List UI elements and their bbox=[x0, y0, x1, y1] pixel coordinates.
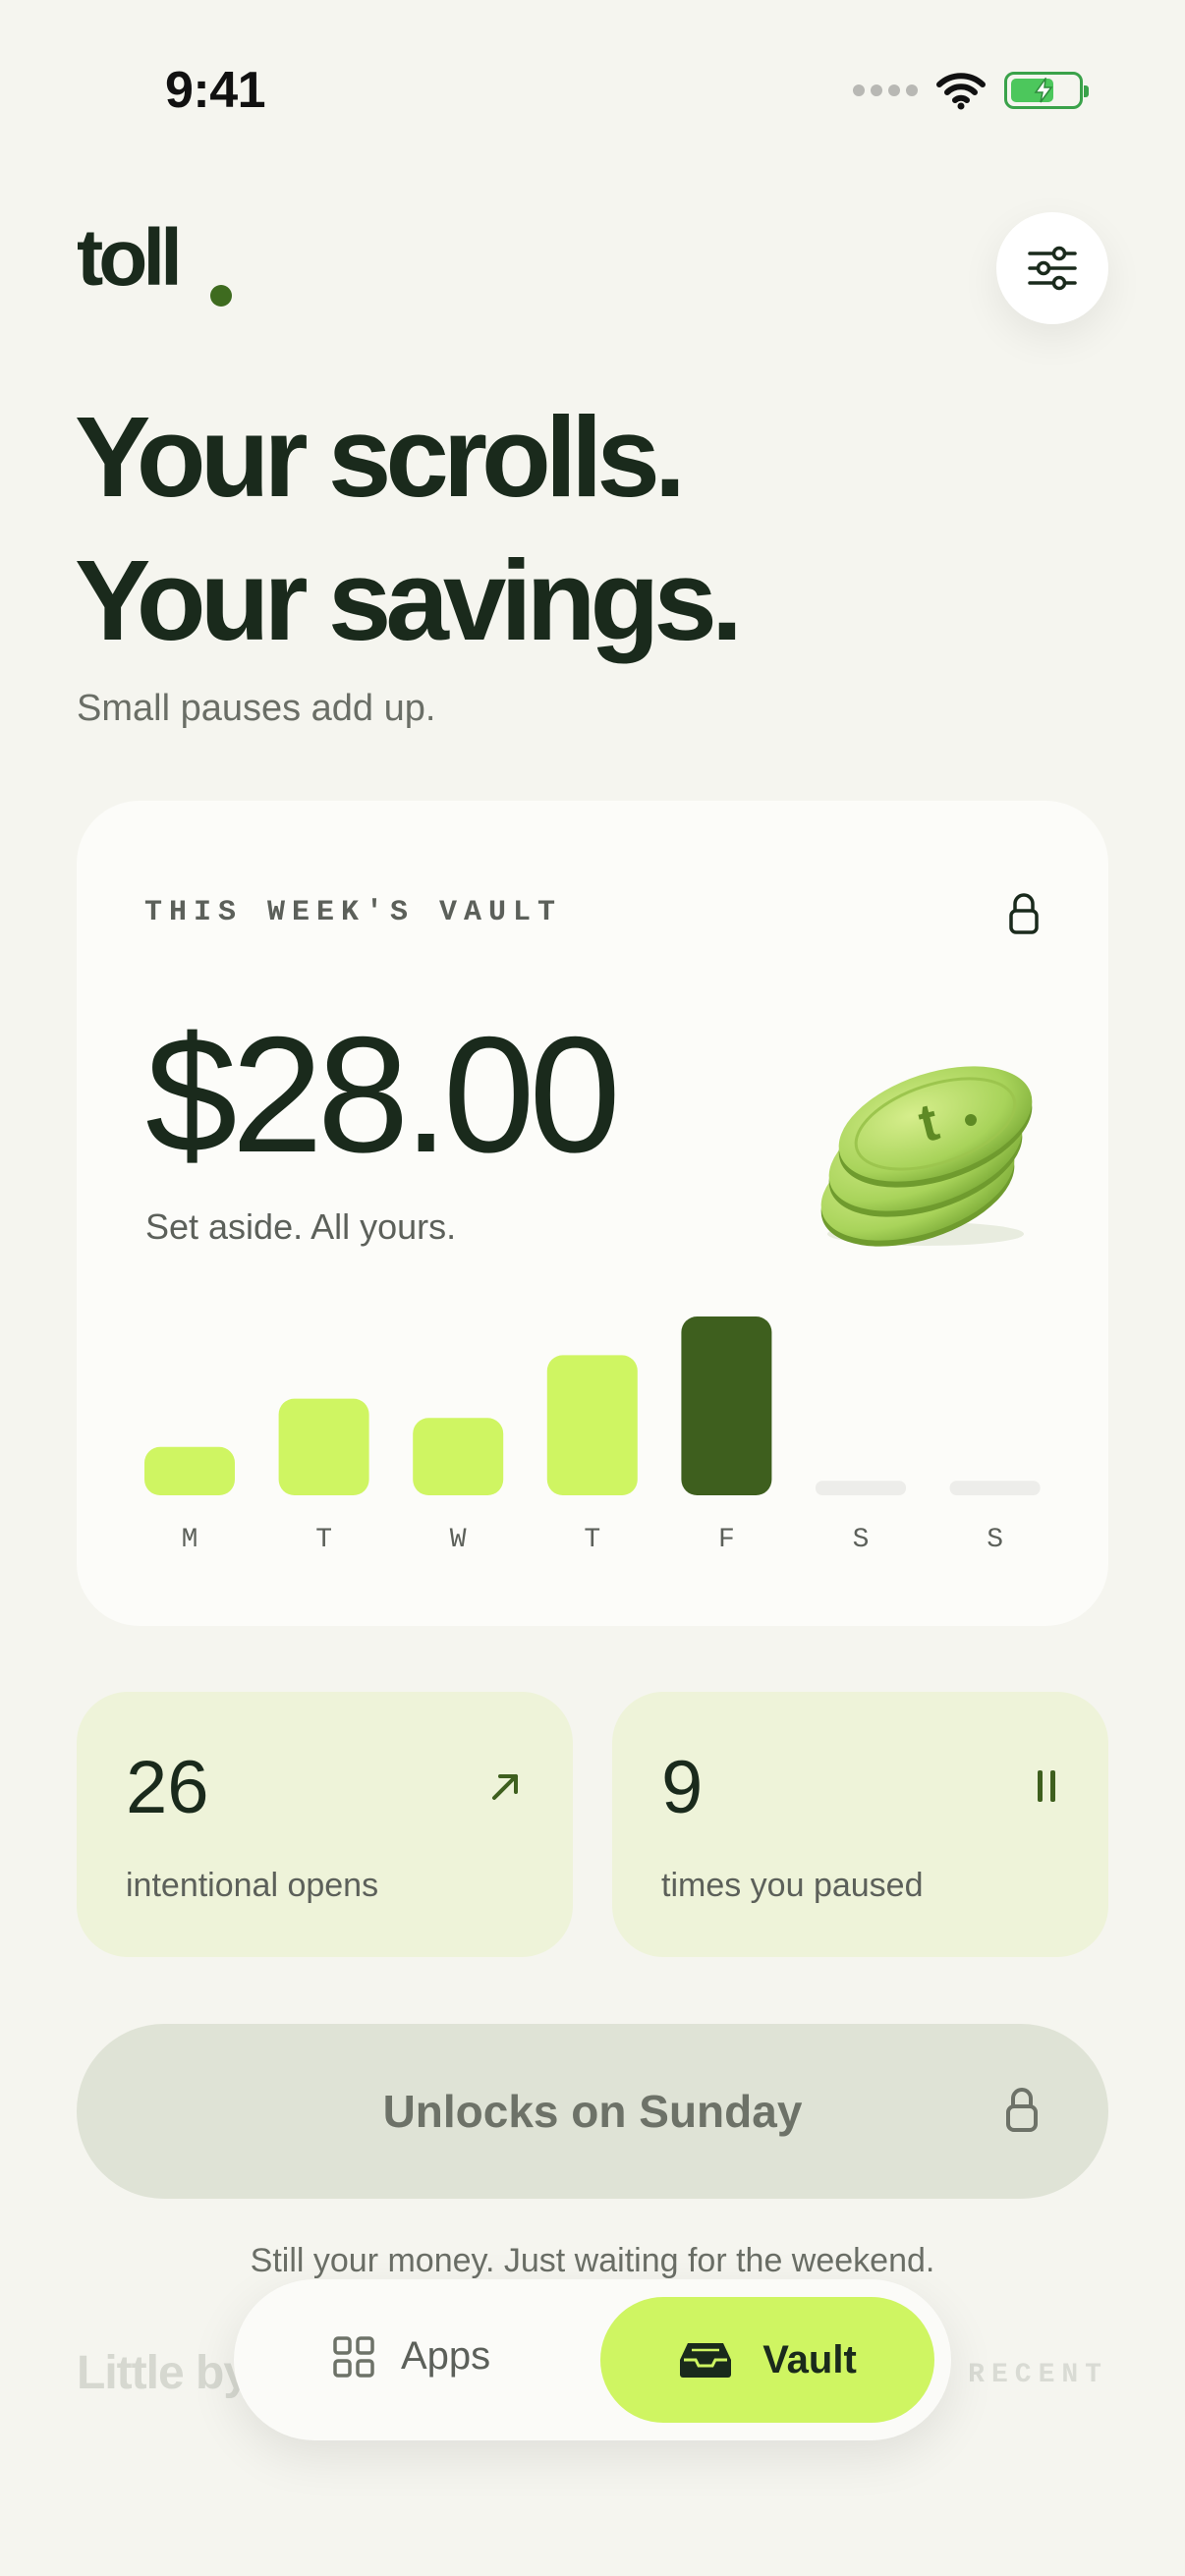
logo-dot bbox=[210, 285, 232, 307]
charging-bolt-icon bbox=[1034, 78, 1053, 103]
bar-2 bbox=[413, 1418, 504, 1495]
tab-apps[interactable]: Apps bbox=[332, 2334, 490, 2379]
bar-0 bbox=[144, 1446, 235, 1495]
stat-label: intentional opens bbox=[126, 1867, 379, 1904]
tab-bar: Apps Vault bbox=[234, 2279, 951, 2440]
day-label: T bbox=[315, 1525, 332, 1555]
bar-3 bbox=[546, 1355, 638, 1495]
pause-icon bbox=[1038, 1770, 1055, 1802]
vault-caption: Set aside. All yours. bbox=[145, 1206, 457, 1247]
vault-label: THIS WEEK'S VAULT bbox=[144, 896, 563, 929]
grid-icon bbox=[333, 2335, 374, 2378]
tab-apps-label: Apps bbox=[401, 2334, 491, 2378]
section-tag: RECENT bbox=[968, 2360, 1108, 2390]
unlock-note: Still your money. Just waiting for the w… bbox=[250, 2242, 935, 2279]
vault-amount: $28.00 bbox=[145, 1002, 621, 1187]
stat-label: times you paused bbox=[661, 1867, 924, 1904]
headline-line-2: Your savings. bbox=[75, 536, 743, 664]
status-time: 9:41 bbox=[165, 62, 266, 119]
stat-value: 26 bbox=[126, 1746, 209, 1829]
day-label: S bbox=[852, 1525, 870, 1555]
bar-5 bbox=[816, 1481, 906, 1495]
weekday-labels: MTWTFSS bbox=[144, 1525, 1041, 1564]
day-label: T bbox=[584, 1525, 601, 1555]
weekly-bar-chart bbox=[144, 1316, 1041, 1495]
day-label: W bbox=[449, 1525, 467, 1555]
stat-card-intentional-opens[interactable]: 26 intentional opens bbox=[77, 1692, 573, 1957]
wifi-icon bbox=[936, 73, 986, 110]
tab-vault-label: Vault bbox=[762, 2337, 857, 2381]
day-label: S bbox=[987, 1525, 1003, 1555]
lock-icon bbox=[1009, 893, 1039, 934]
stat-card-times-paused[interactable]: 9 times you paused bbox=[612, 1692, 1108, 1957]
day-label: M bbox=[181, 1525, 198, 1555]
hero-subtitle: Small pauses add up. bbox=[77, 688, 436, 729]
stat-value: 9 bbox=[661, 1746, 704, 1829]
unlock-button[interactable]: Unlocks on Sunday bbox=[77, 2024, 1108, 2199]
inbox-icon bbox=[680, 2343, 732, 2378]
cellular-signal-icon bbox=[853, 84, 918, 96]
arrow-up-right-icon bbox=[492, 1774, 518, 1800]
bar-1 bbox=[278, 1398, 369, 1495]
status-icons bbox=[853, 71, 1089, 110]
bar-4 bbox=[681, 1316, 772, 1495]
filter-settings-button[interactable] bbox=[996, 212, 1108, 324]
bar-6 bbox=[949, 1481, 1041, 1495]
app-logo: toll bbox=[77, 213, 183, 303]
day-label: F bbox=[717, 1525, 735, 1555]
tab-vault[interactable]: Vault bbox=[600, 2297, 934, 2423]
headline-line-1: Your scrolls. bbox=[75, 393, 686, 521]
coin-stack-icon: t bbox=[820, 1066, 1033, 1247]
sliders-icon bbox=[1028, 246, 1077, 291]
unlock-label: Unlocks on Sunday bbox=[382, 2086, 803, 2137]
lock-icon bbox=[1006, 2088, 1038, 2132]
battery-icon bbox=[1004, 72, 1089, 109]
headline: Your scrolls. Your savings. bbox=[75, 385, 743, 672]
